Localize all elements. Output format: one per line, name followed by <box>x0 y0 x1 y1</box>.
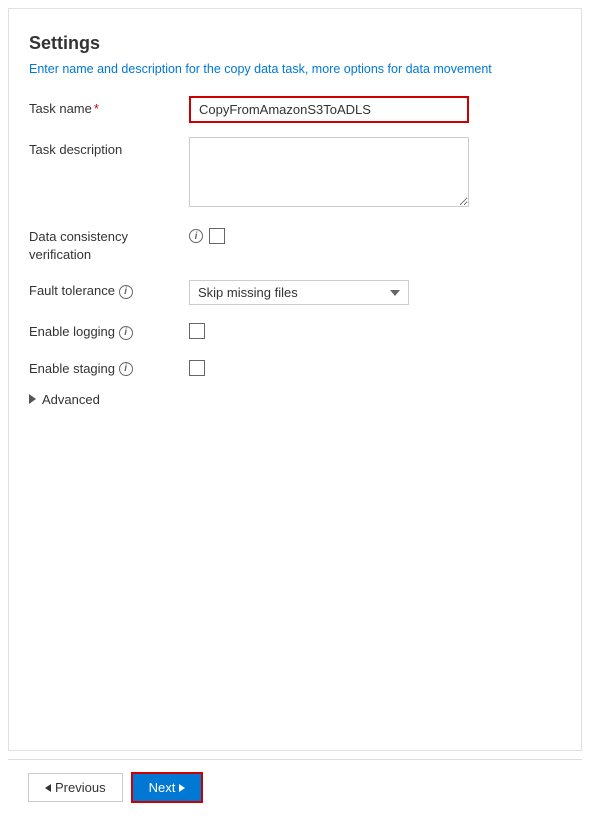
page-subtitle: Enter name and description for the copy … <box>29 62 561 76</box>
enable-staging-control <box>189 356 561 376</box>
advanced-chevron-icon <box>29 394 36 404</box>
enable-staging-row: Enable staging i <box>29 356 561 378</box>
previous-label: Previous <box>55 780 106 795</box>
data-consistency-control: i <box>189 224 561 244</box>
enable-logging-control <box>189 319 561 339</box>
fault-tolerance-info-icon: i <box>119 285 133 299</box>
task-description-row: Task description <box>29 137 561 210</box>
enable-logging-info-icon: i <box>119 326 133 340</box>
data-consistency-row: Data consistency verification i <box>29 224 561 264</box>
enable-logging-row: Enable logging i <box>29 319 561 341</box>
task-name-input[interactable] <box>189 96 469 123</box>
fault-tolerance-row: Fault tolerance i Skip missing files Ski… <box>29 278 561 305</box>
data-consistency-info-icon: i <box>189 229 203 243</box>
fault-tolerance-label: Fault tolerance i <box>29 278 189 300</box>
previous-chevron-icon <box>45 784 51 792</box>
task-description-textarea[interactable] <box>189 137 469 207</box>
task-name-control <box>189 96 561 123</box>
advanced-label: Advanced <box>42 392 100 407</box>
page-title: Settings <box>29 33 561 54</box>
next-label: Next <box>149 780 176 795</box>
fault-tolerance-control: Skip missing files Skip incompatible row… <box>189 278 561 305</box>
next-button[interactable]: Next <box>131 772 204 803</box>
enable-staging-label: Enable staging i <box>29 356 189 378</box>
advanced-section[interactable]: Advanced <box>29 392 561 407</box>
data-consistency-label: Data consistency verification <box>29 224 189 264</box>
next-chevron-icon <box>179 784 185 792</box>
previous-button[interactable]: Previous <box>28 773 123 802</box>
footer: Previous Next <box>8 759 582 815</box>
enable-logging-checkbox[interactable] <box>189 323 205 339</box>
enable-staging-info-icon: i <box>119 362 133 376</box>
enable-staging-checkbox[interactable] <box>189 360 205 376</box>
task-name-row: Task name* <box>29 96 561 123</box>
task-name-label: Task name* <box>29 96 189 118</box>
fault-tolerance-dropdown[interactable]: Skip missing files Skip incompatible row… <box>189 280 409 305</box>
task-description-control <box>189 137 561 210</box>
data-consistency-checkbox[interactable] <box>209 228 225 244</box>
enable-logging-label: Enable logging i <box>29 319 189 341</box>
task-description-label: Task description <box>29 137 189 159</box>
